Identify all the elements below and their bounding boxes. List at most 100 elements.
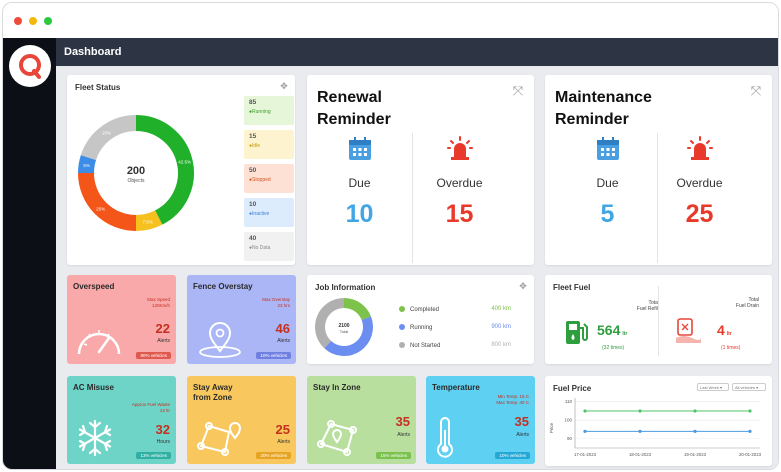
status-item-no-data[interactable]: 40 No Data [244,232,294,261]
status-item-inactive[interactable]: 10 Inactive [244,198,294,227]
stay-in-zone-tile[interactable]: Stay In Zone 35 Alerts 15% vehicles [307,376,416,464]
ac-misuse-value: 32 [155,422,170,437]
fuel-refill-unit: ltr [622,331,628,337]
temperature-value: 35 [514,414,529,429]
renewal-due-value: 10 [345,200,374,228]
overspeed-value: 22 [155,321,170,336]
temperature-info: Min Temp. 15 C Max Temp. 40 C [496,394,529,406]
logo-icon [19,54,41,79]
job-row-running[interactable]: Running 900 km [399,324,511,331]
app-logo[interactable] [9,45,51,87]
job-row-label: Not Started [410,343,441,349]
stay-in-title: Stay In Zone [313,383,361,392]
status-count: 15 [249,133,257,140]
donut-percent-label: 25% [96,206,105,211]
period-dropdown-value: Last Week [700,385,719,390]
fuel-pump-icon [566,321,588,344]
fuel-drain-value: 4 ltr [717,322,732,338]
donut-percent-label: 7.5% [143,220,153,225]
job-row-label: Running [410,325,433,331]
fuel-refill-label2: Fuel Refill [636,306,659,312]
data-point[interactable] [693,409,697,413]
job-total-label: Total [340,329,349,334]
temperature-title: Temperature [432,383,480,392]
stay-in-sub: Alerts [397,432,410,438]
overspeed-badge: 80% vehicles [136,352,171,359]
temperature-tile[interactable]: Temperature Min Temp. 15 C Max Temp. 40 C… [426,376,535,464]
renewal-overdue[interactable]: Overdue 15 [407,135,512,229]
drag-handle-icon[interactable]: ✥ [279,81,289,91]
job-row-value: 900 km [491,324,511,330]
fleet-status-title: Fleet Status [75,83,121,92]
job-info-donut: 2100Total [315,298,373,356]
overspeed-info: Max Speed 120Km/h [147,297,170,309]
data-point[interactable] [693,429,697,433]
status-item-running[interactable]: 85 Running [244,96,294,125]
maintenance-reminder-card: Maintenance Reminder ⤧ Due 5 Overdue 25 [545,75,772,265]
legend-dot [399,306,405,312]
calendar-icon [348,137,371,160]
data-point[interactable] [748,429,752,433]
fuel-drain-unit: ltr [726,331,732,337]
expand-icon[interactable]: ⤧ [748,83,764,99]
divider [658,286,659,356]
ac-misuse-info2: 22 ltr [159,408,170,413]
maintenance-overdue[interactable]: Overdue 25 [647,135,752,229]
zone-pin-icon [317,420,357,456]
data-point[interactable] [583,429,587,433]
donut-segment-no-data[interactable] [80,115,137,161]
status-item-idle[interactable]: 15 Idle [244,130,294,159]
fleet-fuel-card: Fleet Fuel Total Fuel Refill 564 ltr (32 t… [545,275,772,364]
fence-overstay-info2: 23 hrs [277,303,290,308]
data-point[interactable] [748,409,752,413]
maintenance-due-value: 5 [600,200,615,228]
status-count: 40 [249,235,257,242]
vehicle-dropdown-value: All vehicles [735,385,756,390]
top-header: Dashboard [56,38,778,66]
renewal-reminder-card: Renewal Reminder ⤧ Due 10 Overdue 15 [307,75,534,265]
siren-icon [686,136,713,160]
stay-away-badge: 20% vehicles [256,452,291,459]
calendar-icon [596,137,619,160]
fuel-drain-icon [676,318,701,343]
period-dropdown[interactable]: Last Week ▾ [697,383,729,391]
y-tick-label: 90 [567,436,573,441]
fence-overstay-badge: 10% vehicles [256,352,291,359]
data-point[interactable] [583,409,587,413]
job-row-completed[interactable]: Completed 400 km [399,306,511,313]
maintenance-due-label: Due [596,176,619,190]
expand-icon[interactable]: ⤧ [510,83,526,99]
fence-overstay-tile[interactable]: Fence Overstay Max Overstay 23 hrs 46 Ale… [187,275,296,364]
data-point[interactable] [638,409,642,413]
fuel-price-card: Fuel Price Last Week ▾ All vehicles ▾ Pr… [545,376,772,466]
stay-in-value: 35 [395,414,410,429]
status-item-stopped[interactable]: 50 Stopped [244,164,294,193]
renewal-title-line2: Reminder [317,111,391,128]
window-titlebar [3,3,778,38]
donut-percent-label: 5% [83,163,90,168]
status-count: 10 [249,201,257,208]
vehicle-dropdown[interactable]: All vehicles ▾ [732,383,766,391]
stay-away-tile[interactable]: Stay Away from Zone 25 Alerts 20% vehicle… [187,376,296,464]
sidebar [3,38,56,469]
job-row-value: 400 km [491,306,511,312]
zone-polygon-icon [197,422,242,456]
thermometer-icon [437,417,453,458]
ac-misuse-tile[interactable]: AC Misuse Approx Fuel Waste 22 ltr 32 Hou… [67,376,176,464]
maintenance-due[interactable]: Due 5 [555,135,660,229]
close-window-button[interactable] [14,17,22,25]
maximize-window-button[interactable] [44,17,52,25]
overspeed-tile[interactable]: Overspeed Max Speed 120Km/h 22 Alerts 80%… [67,275,176,364]
renewal-due[interactable]: Due 10 [307,135,412,229]
ac-misuse-title: AC Misuse [73,383,114,392]
job-row-not-started[interactable]: Not Started 800 km [399,342,511,349]
drag-handle-icon[interactable]: ✥ [518,281,528,291]
x-tick-label: 19-01-2023 [684,452,707,457]
stay-away-sub: Alerts [277,439,290,445]
y-tick-label: 110 [565,399,573,404]
job-segment-completed[interactable] [343,298,371,321]
data-point[interactable] [638,429,642,433]
fence-overstay-title: Fence Overstay [193,282,253,291]
stay-in-badge: 15% vehicles [376,452,411,459]
minimize-window-button[interactable] [29,17,37,25]
